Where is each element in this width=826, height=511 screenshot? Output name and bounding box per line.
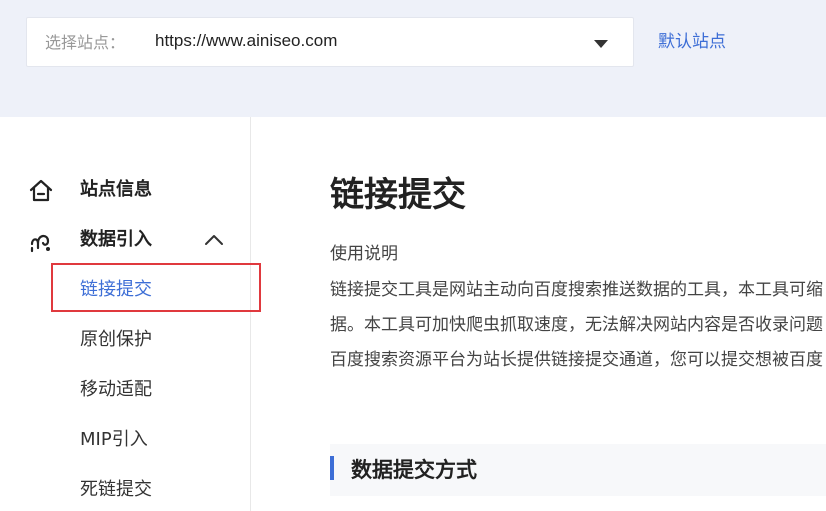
sidebar-subitem-label: 原创保护 [80, 329, 152, 350]
sidebar-subitem-label: MIP引入 [80, 429, 148, 450]
sidebar-item-label: 站点信息 [80, 179, 152, 200]
default-site-link[interactable]: 默认站点 [658, 31, 726, 53]
sidebar-subitem-label: 移动适配 [80, 379, 152, 400]
sidebar-subitem-dead-link[interactable]: 死链提交 [0, 469, 250, 509]
sidebar-subitem-label: 链接提交 [80, 279, 152, 300]
section-accent-bar [330, 456, 334, 480]
sidebar-subitem-link-submit[interactable]: 链接提交 [0, 269, 250, 309]
home-icon [29, 179, 53, 202]
sidebar-item-site-info[interactable]: 站点信息 [0, 170, 250, 210]
description-line: 据。本工具可加快爬虫抓取速度，无法解决网站内容是否收录问题 [330, 315, 823, 335]
site-selector-value[interactable]: https://www.ainiseo.com [155, 30, 337, 52]
section-header: 数据提交方式 [330, 444, 826, 496]
sidebar-subitem-mobile-adapt[interactable]: 移动适配 [0, 369, 250, 409]
sidebar-subitem-original-protect[interactable]: 原创保护 [0, 319, 250, 359]
sidebar-subitem-label: 死链提交 [80, 479, 152, 500]
page: 选择站点： https://www.ainiseo.com 默认站点 站点信息 … [0, 0, 826, 511]
usage-heading: 使用说明 [330, 244, 398, 264]
description-line: 链接提交工具是网站主动向百度搜索推送数据的工具，本工具可缩 [330, 280, 823, 300]
sidebar-item-data-import[interactable]: 数据引入 [0, 220, 250, 260]
chevron-up-icon[interactable] [204, 233, 224, 247]
data-import-icon [30, 234, 50, 253]
top-band: 选择站点： https://www.ainiseo.com 默认站点 [0, 0, 826, 117]
sidebar: 站点信息 数据引入 链接提交 原创保护 移动适配 MIP引入 死链提交 [0, 117, 251, 511]
site-selector-label: 选择站点： [45, 33, 126, 52]
description-line: 百度搜索资源平台为站长提供链接提交通道，您可以提交想被百度 [330, 350, 823, 370]
main-content: 链接提交 使用说明 链接提交工具是网站主动向百度搜索推送数据的工具，本工具可缩 … [251, 117, 826, 511]
section-title: 数据提交方式 [351, 458, 477, 482]
sidebar-subitem-mip[interactable]: MIP引入 [0, 419, 250, 459]
site-selector[interactable]: 选择站点： https://www.ainiseo.com [26, 17, 634, 67]
page-title: 链接提交 [330, 175, 466, 215]
sidebar-item-label: 数据引入 [80, 229, 152, 250]
caret-down-icon[interactable] [594, 40, 608, 48]
